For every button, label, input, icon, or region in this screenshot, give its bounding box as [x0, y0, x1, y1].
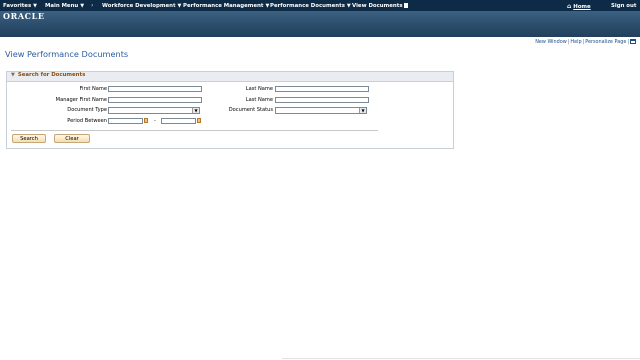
period-to-input[interactable] [161, 118, 196, 124]
first-name-input[interactable] [108, 86, 202, 92]
status-line [282, 358, 640, 359]
breadcrumb-performance-management[interactable]: Performance Management ▼ [183, 3, 269, 9]
link-divider: | [627, 39, 629, 45]
menu-icon [403, 3, 408, 8]
document-type-label: Document Type [67, 107, 107, 113]
link-divider: | [582, 39, 585, 45]
document-status-label: Document Status [228, 107, 273, 113]
breadcrumb-performance-documents[interactable]: Performance Documents ▼ [270, 3, 351, 9]
chevron-down-icon: ▼ [80, 3, 85, 9]
first-name-label: First Name [79, 86, 107, 92]
divider [11, 130, 378, 131]
collapse-arrow-icon[interactable]: ▼ [11, 72, 15, 78]
last-name-input[interactable] [275, 86, 369, 92]
page-title: View Performance Documents [5, 49, 129, 59]
manager-first-name-input[interactable] [108, 97, 202, 103]
breadcrumb-separator-icon: › [173, 2, 176, 9]
breadcrumb-label: View Documents [352, 3, 403, 9]
breadcrumb-view-documents[interactable]: View Documents [352, 3, 408, 9]
personalize-page-link[interactable]: Personalize Page [585, 39, 626, 45]
main-menu-label: Main Menu [45, 3, 79, 9]
dropdown-arrow-icon[interactable]: ▼ [192, 108, 199, 113]
help-link[interactable]: Help [570, 39, 581, 45]
sign-out-link[interactable]: Sign out [611, 3, 636, 9]
clear-button[interactable]: Clear [54, 134, 90, 143]
breadcrumb-separator-icon: › [342, 2, 345, 9]
top-navigation-bar: Favorites ▼ Main Menu ▼ › Workforce Develo… [0, 0, 640, 11]
header-banner: ORACLE [0, 11, 640, 37]
home-icon: ⌂ [567, 3, 572, 10]
manager-first-name-label: Manager First Name [55, 97, 107, 103]
new-window-link[interactable]: New Window [535, 39, 567, 45]
search-for-documents-panel: ▼ Search for Documents First Name Last Na… [6, 71, 454, 149]
last-name-label: Last Name [245, 86, 273, 92]
period-from-input[interactable] [108, 118, 143, 124]
breadcrumb-workforce-development[interactable]: Workforce Development ▼ [102, 3, 181, 9]
page-settings-icon[interactable] [630, 39, 636, 44]
calendar-icon[interactable] [144, 118, 148, 123]
document-type-select[interactable]: ▼ [108, 107, 200, 114]
period-between-label: Period Between [67, 118, 107, 124]
home-link[interactable]: ⌂ Home [567, 3, 591, 10]
breadcrumb-separator-icon: › [260, 2, 263, 9]
manager-last-name-input[interactable] [275, 97, 369, 103]
chevron-down-icon: ▼ [346, 3, 351, 9]
panel-title: Search for Documents [17, 72, 86, 78]
chevron-down-icon: ▼ [177, 3, 182, 9]
oracle-logo: ORACLE [3, 11, 45, 21]
page-links: New Window|Help|Personalize Page| [535, 39, 636, 45]
document-status-select[interactable]: ▼ [275, 107, 367, 114]
breadcrumb-separator-icon: › [91, 2, 94, 9]
search-button[interactable]: Search [12, 134, 46, 143]
breadcrumb-label: Performance Documents [270, 3, 345, 9]
chevron-down-icon: ▼ [33, 3, 38, 9]
calendar-icon[interactable] [197, 118, 201, 123]
breadcrumb-label: Performance Management [183, 3, 264, 9]
home-label: Home [573, 4, 591, 10]
manager-last-name-label: Last Name [245, 97, 273, 103]
period-dash: - [154, 118, 156, 124]
favorites-label: Favorites [3, 3, 32, 9]
panel-header[interactable]: ▼ Search for Documents [7, 72, 453, 82]
dropdown-arrow-icon[interactable]: ▼ [359, 108, 366, 113]
favorites-menu[interactable]: Favorites ▼ [3, 3, 37, 9]
breadcrumb-label: Workforce Development [102, 3, 176, 9]
main-menu[interactable]: Main Menu ▼ [45, 3, 84, 9]
chevron-down-icon: ▼ [265, 3, 270, 9]
